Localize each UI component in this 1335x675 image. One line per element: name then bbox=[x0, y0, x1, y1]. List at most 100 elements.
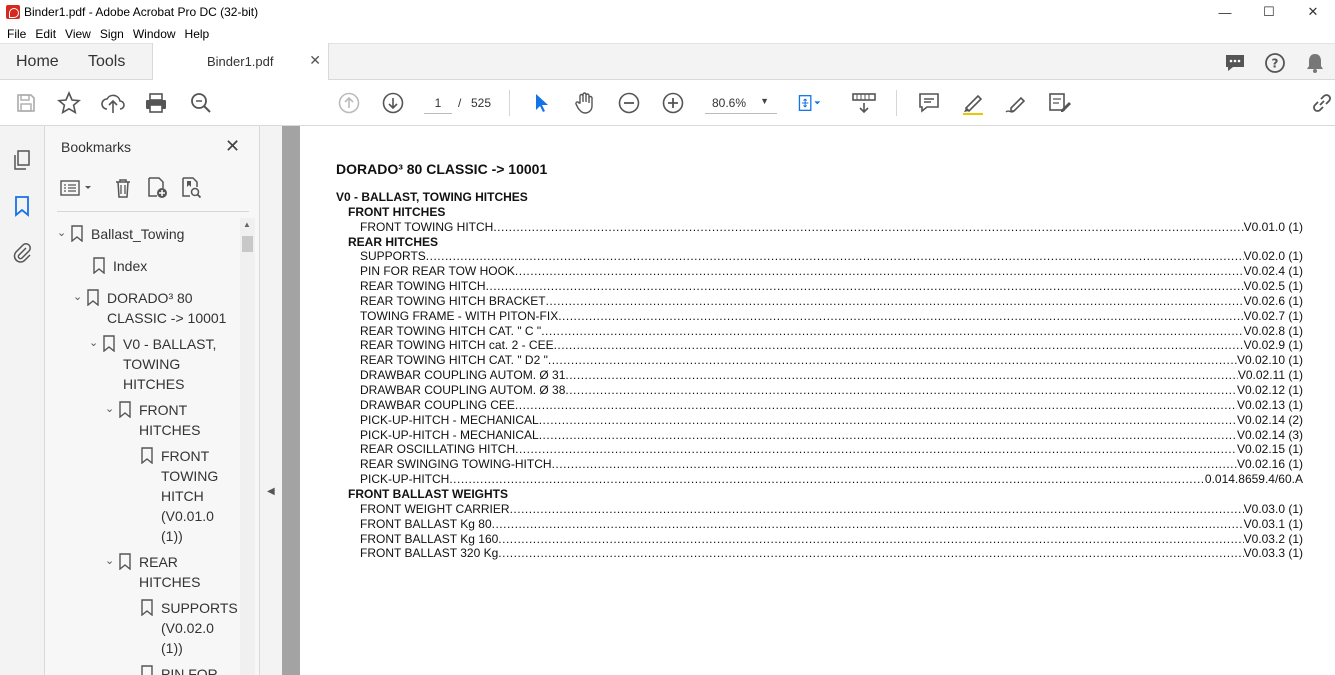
entry-name: PIN FOR REAR TOW HOOK bbox=[360, 264, 515, 278]
page-gutter bbox=[282, 126, 300, 675]
draw-pen-icon[interactable] bbox=[1003, 90, 1029, 116]
chevron-down-icon[interactable]: ⌄ bbox=[89, 336, 103, 349]
index-entry-row: REAR SWINGING TOWING-HITCH..............… bbox=[360, 457, 1303, 472]
chevron-down-icon[interactable]: ⌄ bbox=[105, 554, 119, 567]
index-entry-row: PICK-UP-HITCH - MECHANICAL..............… bbox=[360, 413, 1303, 428]
chapter-heading: V0 - BALLAST, TOWING HITCHES bbox=[336, 190, 528, 204]
comment-bubble-icon[interactable] bbox=[1215, 44, 1255, 81]
index-entry-row: FRONT TOWING HITCH......................… bbox=[360, 220, 1303, 235]
page-number-input[interactable] bbox=[424, 92, 452, 114]
fit-page-icon[interactable] bbox=[797, 90, 823, 116]
maximize-button[interactable]: ☐ bbox=[1247, 0, 1291, 24]
dot-leader: ........................................… bbox=[498, 546, 1244, 560]
bookmark-options-icon[interactable] bbox=[59, 176, 95, 200]
select-cursor-icon[interactable] bbox=[528, 90, 554, 116]
scroll-up-icon[interactable]: ▲ bbox=[243, 220, 251, 229]
index-entry-row: DRAWBAR COUPLING AUTOM. Ø 38............… bbox=[360, 383, 1303, 398]
bookmark-supports[interactable]: SUPPORTS (V0.02.0 (1)) bbox=[141, 598, 238, 658]
dot-leader: ........................................… bbox=[541, 324, 1243, 338]
new-bookmark-icon[interactable] bbox=[145, 176, 169, 200]
delete-bookmark-icon[interactable] bbox=[111, 176, 135, 200]
index-entry-row: REAR TOWING HITCH cat. 2 - CEE..........… bbox=[360, 338, 1303, 353]
star-icon[interactable] bbox=[56, 90, 82, 116]
dot-leader: ........................................… bbox=[538, 428, 1237, 442]
bookmark-icon bbox=[119, 401, 131, 418]
menu-help[interactable]: Help bbox=[185, 27, 210, 41]
entry-name: REAR TOWING HITCH cat. 2 - CEE bbox=[360, 338, 554, 352]
svg-text:?: ? bbox=[1272, 56, 1279, 70]
bookmark-index[interactable]: Index bbox=[93, 256, 147, 276]
tab-home[interactable]: Home bbox=[16, 53, 59, 71]
window-title: Binder1.pdf - Adobe Acrobat Pro DC (32-b… bbox=[24, 5, 259, 19]
chevron-down-icon[interactable]: ⌄ bbox=[57, 226, 71, 239]
tab-tools[interactable]: Tools bbox=[88, 53, 125, 71]
entry-name: REAR TOWING HITCH CAT. " D2 " bbox=[360, 353, 548, 367]
top-right-icons: ? bbox=[1215, 44, 1335, 81]
print-icon[interactable] bbox=[143, 90, 169, 116]
attachment-icon[interactable] bbox=[10, 240, 34, 264]
menu-edit[interactable]: Edit bbox=[35, 27, 56, 41]
hand-tool-icon[interactable] bbox=[572, 90, 598, 116]
comment-icon[interactable] bbox=[916, 90, 942, 116]
bookmarks-scrollbar[interactable]: ▲ bbox=[240, 218, 255, 675]
dot-leader: ........................................… bbox=[515, 442, 1237, 456]
menu-sign[interactable]: Sign bbox=[100, 27, 124, 41]
menu-window[interactable]: Window bbox=[133, 27, 176, 41]
menu-file[interactable]: File bbox=[7, 27, 26, 41]
entry-reference: V0.02.12 (1) bbox=[1236, 383, 1303, 397]
bookmark-front-hitches[interactable]: ⌄ FRONT HITCHES bbox=[105, 400, 200, 440]
entry-name: REAR TOWING HITCH BRACKET bbox=[360, 294, 546, 308]
dot-leader: ........................................… bbox=[491, 517, 1244, 531]
close-tab-icon[interactable]: ✕ bbox=[309, 52, 321, 69]
save-icon[interactable] bbox=[13, 90, 39, 116]
zoom-in-icon[interactable] bbox=[660, 90, 686, 116]
bookmark-label: FRONT HITCHES bbox=[139, 402, 201, 438]
index-entry-row: REAR TOWING HITCH CAT. " D2 "...........… bbox=[360, 353, 1303, 368]
close-window-button[interactable]: ✕ bbox=[1291, 0, 1335, 24]
menu-view[interactable]: View bbox=[65, 27, 91, 41]
navigation-rail bbox=[0, 126, 45, 675]
bookmark-front-towing-hitch[interactable]: FRONT TOWING HITCH (V0.01.0 (1)) bbox=[141, 446, 218, 546]
bookmark-icon bbox=[141, 447, 153, 464]
next-page-icon[interactable] bbox=[380, 90, 406, 116]
help-icon[interactable]: ? bbox=[1255, 44, 1295, 81]
minimize-button[interactable]: — bbox=[1203, 0, 1247, 24]
highlighter-icon[interactable] bbox=[960, 90, 986, 116]
zoom-level-dropdown[interactable]: 80.6% ▼ bbox=[705, 92, 777, 114]
close-panel-icon[interactable]: ✕ bbox=[225, 136, 240, 157]
panel-collapse-handle[interactable]: ◀ bbox=[260, 126, 282, 675]
chevron-down-icon[interactable]: ⌄ bbox=[105, 402, 119, 415]
upload-cloud-icon[interactable] bbox=[100, 90, 126, 116]
index-entry-row: REAR TOWING HITCH.......................… bbox=[360, 279, 1303, 294]
zoom-level-value: 80.6% bbox=[712, 96, 747, 110]
notification-bell-icon[interactable] bbox=[1295, 44, 1335, 81]
scrollbar-thumb[interactable] bbox=[242, 236, 253, 252]
bookmark-dorado[interactable]: ⌄ DORADO³ 80 CLASSIC -> 10001 bbox=[73, 288, 226, 328]
entry-name: TOWING FRAME - WITH PITON-FIX bbox=[360, 309, 559, 323]
find-bookmark-icon[interactable] bbox=[179, 176, 203, 200]
entry-reference: V0.01.0 (1) bbox=[1243, 220, 1303, 234]
tab-document[interactable]: Binder1.pdf ✕ bbox=[152, 43, 329, 81]
index-entry-row: REAR TOWING HITCH CAT. " C "............… bbox=[360, 324, 1303, 339]
bookmark-rear-hitches[interactable]: ⌄ REAR HITCHES bbox=[105, 552, 200, 592]
bookmark-pin-for[interactable]: PIN FOR bbox=[141, 664, 218, 675]
bookmark-label: SUPPORTS (V0.02.0 (1)) bbox=[161, 600, 238, 656]
entry-reference: V0.02.16 (1) bbox=[1236, 457, 1303, 471]
bookmark-ballast-towing[interactable]: ⌄ Ballast_Towing bbox=[57, 224, 184, 244]
page-thumbnails-icon[interactable] bbox=[10, 148, 34, 172]
section-heading: FRONT HITCHES bbox=[348, 205, 446, 219]
previous-page-icon[interactable] bbox=[336, 90, 362, 116]
entry-name: FRONT WEIGHT CARRIER bbox=[360, 502, 510, 516]
fill-sign-icon[interactable] bbox=[1047, 90, 1073, 116]
dot-leader: ........................................… bbox=[514, 398, 1237, 412]
bookmark-panel-icon[interactable] bbox=[10, 194, 34, 218]
link-icon[interactable] bbox=[1309, 90, 1335, 116]
scroll-mode-icon[interactable] bbox=[851, 90, 877, 116]
bookmark-v0-ballast[interactable]: ⌄ V0 - BALLAST, TOWING HITCHES bbox=[89, 334, 216, 394]
collapse-arrow-icon[interactable]: ◀ bbox=[267, 486, 275, 497]
index-entry-row: PIN FOR REAR TOW HOOK...................… bbox=[360, 264, 1303, 279]
chevron-down-icon[interactable]: ⌄ bbox=[73, 290, 87, 303]
bookmarks-title: Bookmarks bbox=[61, 139, 132, 155]
zoom-search-icon[interactable] bbox=[188, 90, 214, 116]
zoom-out-icon[interactable] bbox=[616, 90, 642, 116]
